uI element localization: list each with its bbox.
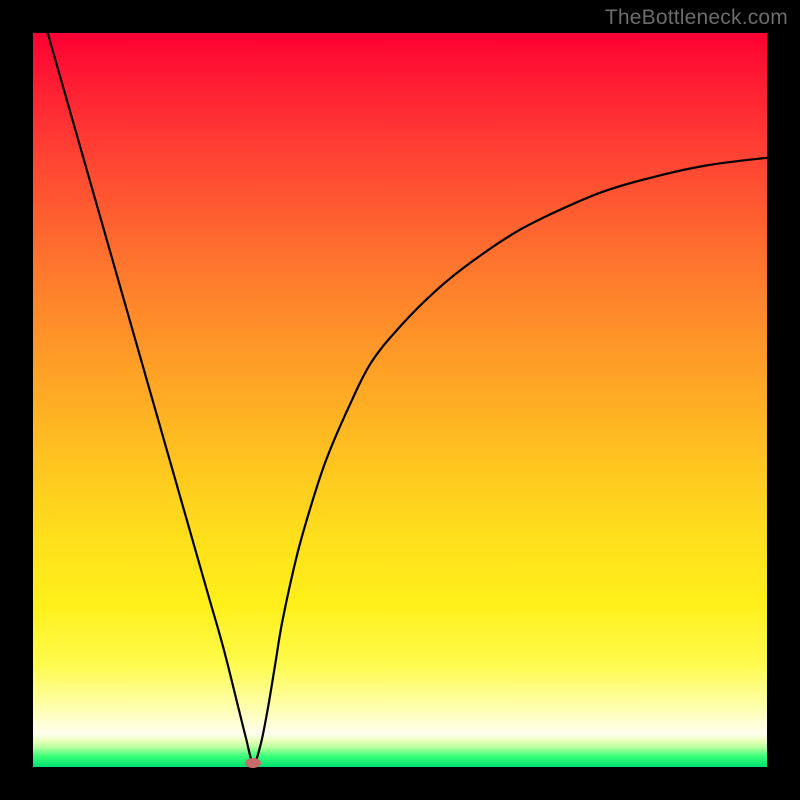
plot-area [33,33,767,767]
watermark-text: TheBottleneck.com [605,6,788,30]
chart-frame: TheBottleneck.com [0,0,800,800]
curve-svg [33,33,767,767]
optimum-marker [245,758,261,768]
bottleneck-curve [48,33,767,763]
